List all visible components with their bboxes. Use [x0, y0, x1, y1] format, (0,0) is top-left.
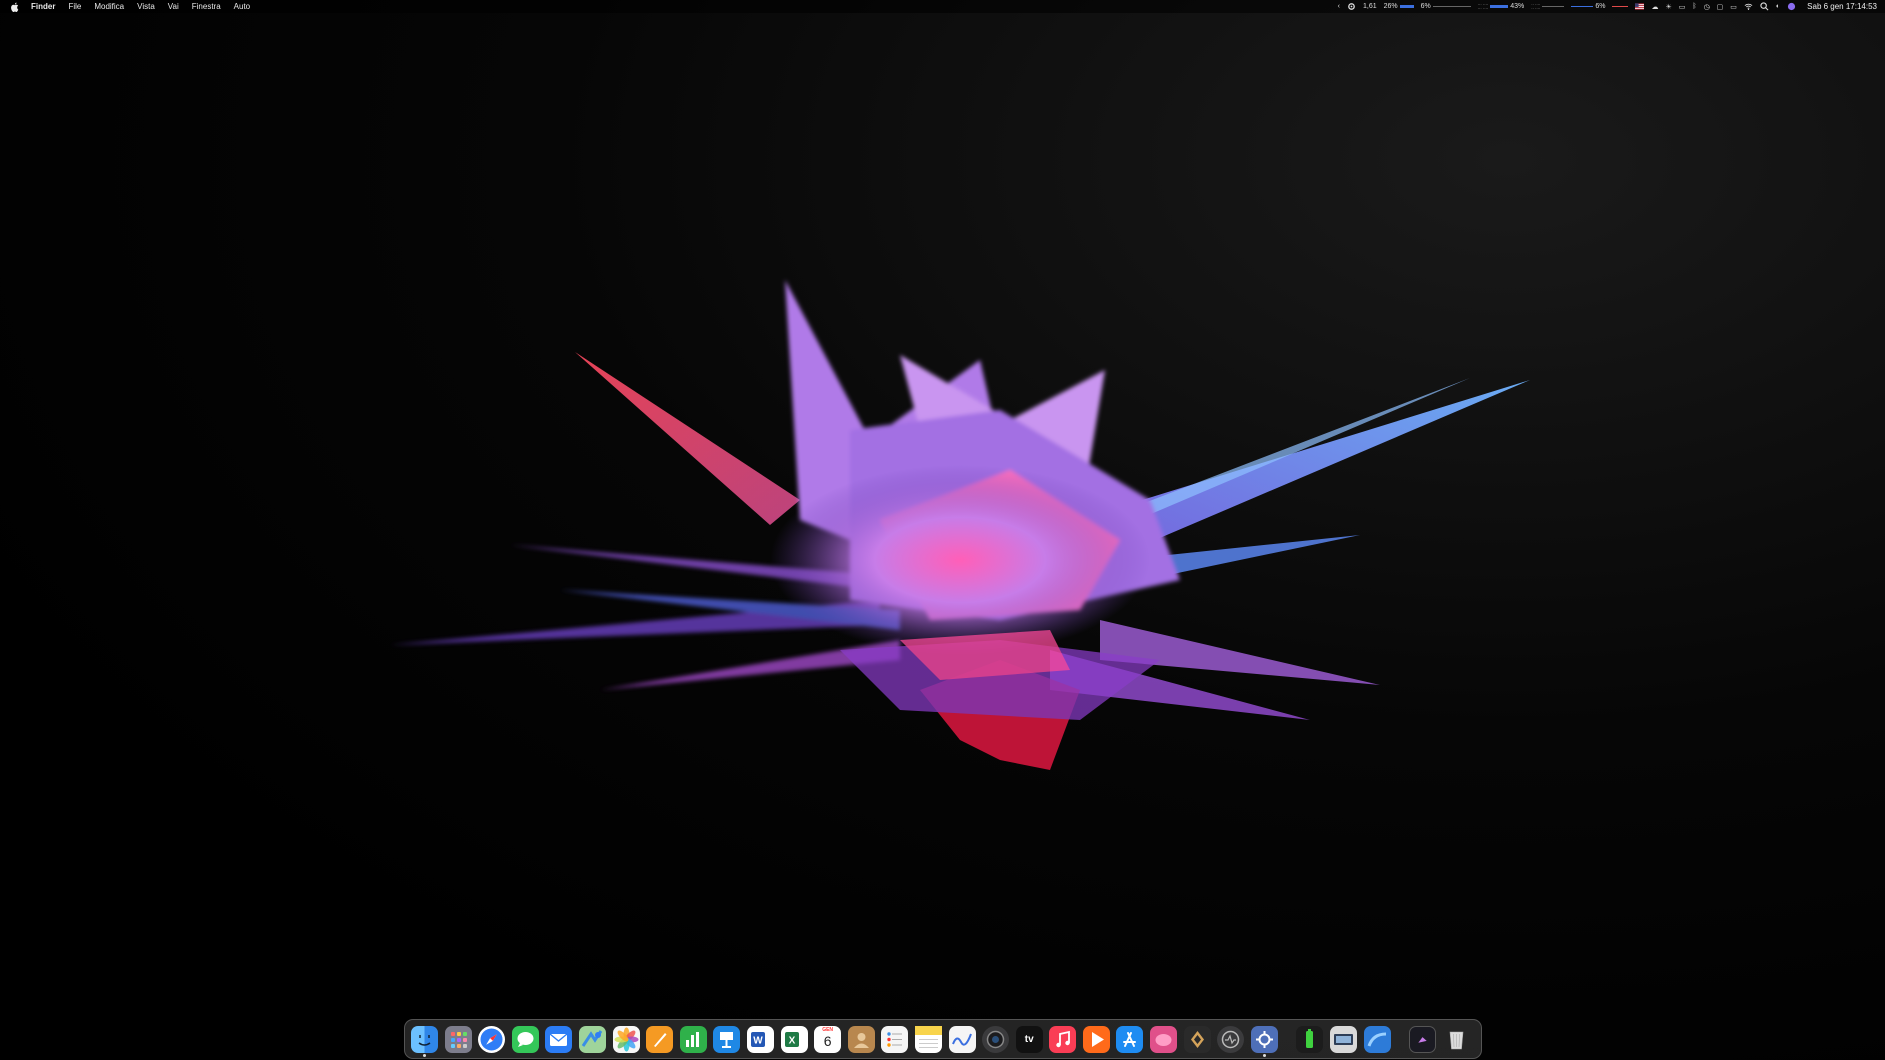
memory-percent-value: 43%	[1510, 3, 1525, 10]
dock-music-icon[interactable]	[1049, 1025, 1077, 1053]
menu-vai[interactable]: Vai	[168, 0, 179, 13]
memory-usage-bar	[1490, 5, 1509, 8]
dock: W X GEN 6 tv	[404, 1019, 1482, 1059]
disk-graph	[1571, 6, 1594, 7]
search-icon[interactable]	[1760, 2, 1769, 11]
dock-infuse-icon[interactable]	[1082, 1025, 1110, 1053]
cpu-percent-value: 26%	[1383, 3, 1398, 10]
stats-sensors[interactable]	[1347, 2, 1356, 11]
display-icon[interactable]: ▭	[1679, 3, 1686, 11]
dock-photos-icon[interactable]	[612, 1025, 640, 1053]
memory-details: ··· ···· ··· ····	[1477, 1, 1489, 11]
dock-battery-icon[interactable]	[1296, 1025, 1324, 1053]
dock-reminders-icon[interactable]	[881, 1025, 909, 1053]
cpu-load-stat[interactable]: 1,61	[1363, 3, 1377, 10]
cpu-usage-bar	[1399, 5, 1414, 8]
network-stat[interactable]: ·· ···· ·· ····	[1531, 1, 1565, 11]
dock-safari-icon[interactable]	[478, 1025, 506, 1053]
dock-excel-icon[interactable]: X	[780, 1025, 808, 1053]
brightness-icon[interactable]: ☀	[1665, 3, 1671, 11]
dock-finder-icon[interactable]	[411, 1025, 438, 1057]
weather-icon[interactable]: ☁	[1651, 3, 1658, 11]
time-machine-icon[interactable]: ◷	[1704, 3, 1710, 11]
dock-preview-icon[interactable]	[1330, 1025, 1358, 1053]
dock-trash-icon[interactable]	[1443, 1026, 1470, 1053]
menu-auto[interactable]: Auto	[234, 0, 250, 13]
dock-pages-icon[interactable]	[646, 1025, 674, 1053]
dock-recent-window-icon[interactable]	[1409, 1025, 1437, 1053]
dock-keynote-icon[interactable]	[713, 1025, 741, 1053]
memory-stat[interactable]: ··· ···· ··· ···· 43%	[1477, 1, 1525, 11]
wifi-icon[interactable]	[1744, 2, 1753, 11]
network-graph	[1542, 6, 1565, 7]
flag-icon[interactable]	[1635, 3, 1645, 10]
dock-maps-icon[interactable]	[578, 1025, 606, 1053]
dock-messages-icon[interactable]	[511, 1025, 539, 1053]
desktop	[0, 0, 1885, 1060]
bluetooth-icon[interactable]: ᛒ	[1692, 3, 1696, 10]
menu-chevron-icon[interactable]: ‹	[1338, 3, 1340, 10]
apple-logo-icon[interactable]	[10, 2, 19, 12]
gpu-percent-value: 6%	[1420, 3, 1431, 10]
dock-calendar-icon[interactable]: GEN 6	[814, 1025, 842, 1053]
menu-finestra[interactable]: Finestra	[192, 0, 221, 13]
dock-pixelmator-icon[interactable]	[1150, 1025, 1178, 1053]
cpu-load-value: 1,61	[1363, 3, 1377, 10]
dock-monitor-icon[interactable]	[1217, 1025, 1245, 1053]
sensor-graph[interactable]	[1612, 6, 1629, 7]
control-center-icon[interactable]: ◐	[1776, 3, 1780, 10]
disk-stat[interactable]: 6%	[1571, 3, 1605, 10]
dock-notes-icon[interactable]	[914, 1025, 942, 1053]
gear-icon	[1348, 3, 1355, 10]
cpu-stat[interactable]: 26%	[1384, 3, 1414, 10]
dock-app-store-icon[interactable]	[1116, 1025, 1144, 1053]
menu-clock[interactable]: Sab 6 gen 17:14:53	[1807, 2, 1877, 11]
app-menu-finder[interactable]: Finder	[31, 0, 55, 13]
menu-modifica[interactable]: Modifica	[94, 0, 124, 13]
dock-apple-tv-icon[interactable]: tv	[1015, 1025, 1043, 1053]
sensor-line	[1612, 6, 1629, 7]
running-indicator	[1262, 1053, 1266, 1057]
siri-icon[interactable]	[1787, 2, 1796, 11]
disk-percent-value: 6%	[1595, 3, 1606, 10]
dock-network-icon[interactable]	[1363, 1025, 1391, 1053]
dock-settings-icon[interactable]	[1250, 1025, 1278, 1057]
dock-mail-icon[interactable]	[545, 1025, 573, 1053]
dock-affinity-icon[interactable]	[1183, 1025, 1211, 1053]
dock-contacts-icon[interactable]	[847, 1025, 875, 1053]
menu-bar: Finder File Modifica Vista Vai Finestra …	[0, 0, 1885, 13]
menu-vista[interactable]: Vista	[137, 0, 155, 13]
dock-screenshot-icon[interactable]	[982, 1025, 1010, 1053]
dock-word-icon[interactable]: W	[746, 1025, 774, 1053]
dock-launchpad-icon[interactable]	[444, 1025, 472, 1053]
dock-freeform-icon[interactable]	[948, 1025, 976, 1053]
gpu-stat[interactable]: 6%	[1421, 3, 1471, 10]
wallpaper-color-explosion	[390, 280, 1530, 770]
running-indicator	[423, 1053, 426, 1057]
svg-text:X: X	[788, 1035, 795, 1046]
menu-file[interactable]: File	[68, 0, 81, 13]
gpu-usage-graph	[1432, 6, 1471, 7]
apple-tv-label: tv	[1024, 1033, 1034, 1045]
calendar-day: 6	[823, 1032, 832, 1049]
dock-numbers-icon[interactable]	[679, 1025, 707, 1053]
screen-mirroring-icon[interactable]: ▢	[1717, 3, 1724, 11]
battery-icon[interactable]: ▭	[1730, 3, 1737, 11]
network-details: ·· ···· ·· ····	[1531, 1, 1541, 11]
svg-text:W: W	[753, 1035, 763, 1046]
